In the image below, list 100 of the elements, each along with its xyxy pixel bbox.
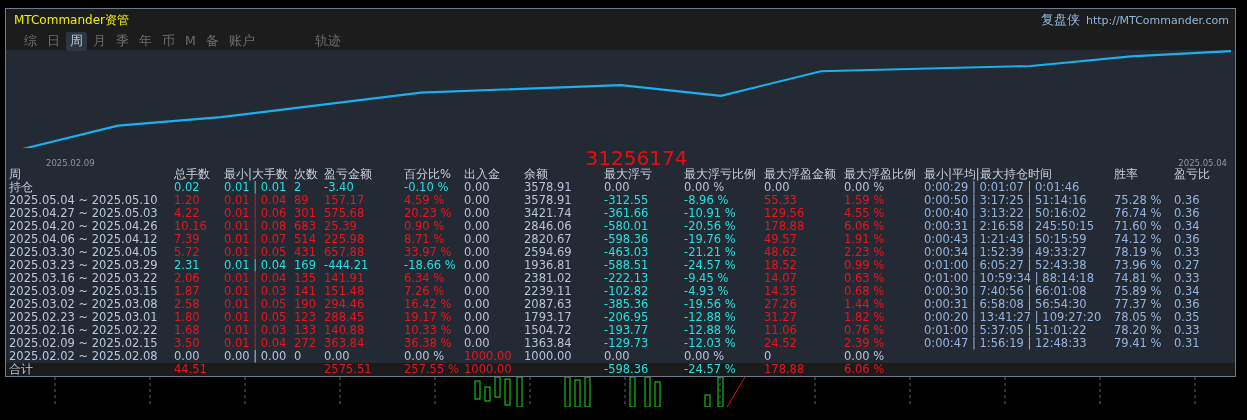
table-cell-text: 0.00 % [684,181,726,194]
table-cell-text: 3.50 [174,337,201,350]
period-tab[interactable]: 备 [201,32,223,51]
table-cell-text: 0.01 | 0.08 [224,220,288,233]
table-cell-text: 0.00 [464,233,491,246]
table-cell-text: 0.00 [604,350,631,363]
table-cell-text: 74.81 % [1114,272,1163,285]
table-cell-text: 0.00 [464,194,491,207]
table-cell-text: 123 [294,311,317,324]
period-tab[interactable]: 季 [112,32,133,51]
table-cell-text: 4.59 % [404,194,446,207]
table-cell-text: -24.57 % [684,259,737,272]
table-cell-text: 2025.02.23 ~ 2025.03.01 [9,311,159,324]
period-tab[interactable]: 年 [135,32,156,51]
table-cell-text: -0.10 % [404,181,450,194]
table-cell-text: 0.01 | 0.06 [224,207,288,220]
period-tab[interactable]: 月 [89,32,110,51]
table-cell-text: 178.88 [764,363,806,376]
column-header: 百分比% [404,168,452,181]
table-cell-text: 44.51 [174,363,208,376]
table-cell-text: 75.28 % [1114,194,1163,207]
table-cell-text: 10.33 % [404,324,453,337]
table-cell-text: 2.23 % [844,246,886,259]
table-cell-text: 0.00 % [404,350,446,363]
period-tab[interactable]: 综 [20,32,41,51]
table-cell-text: -20.56 % [684,220,737,233]
table-cell-text: 1.59 % [844,194,886,207]
table-cell-text: 0.01 | 0.04 [224,337,288,350]
table-cell-text: 0.00 | 0.00 [224,350,288,363]
table-cell-text: 1.91 % [844,233,886,246]
table-cell-text: 1.44 % [844,298,886,311]
table-cell-text: 2.58 [174,298,201,311]
table-cell-text: 657.88 [324,246,366,259]
table-cell-text: 0:00:34 | 1:52:39 | 49:33:27 [924,246,1088,259]
table-cell-text: 0.00 [464,246,491,259]
table-cell-text: 2239.11 [524,285,573,298]
table-cell-text: 1.68 [174,324,201,337]
column-header: 次数 [294,168,319,181]
table-cell-text: 0.02 [174,181,201,194]
table-cell-text: 0.00 [464,311,491,324]
table-cell-text: 19.17 % [404,311,453,324]
table-cell-text: 1.87 [174,285,201,298]
table-cell-text: 78.20 % [1114,324,1163,337]
table-cell-text: 0.00 % [844,350,886,363]
table-cell-text: 140.88 [324,324,366,337]
table-cell-text: 0:01:00 | 5:37:05 | 51:01:22 [924,324,1088,337]
table-cell-text: 3578.91 [524,194,573,207]
table-cell-text: 49.57 [764,233,798,246]
table-cell-text: -222.13 [604,272,650,285]
table-cell-text: 79.41 % [1114,337,1163,350]
table-cell-text: 18.52 [764,259,798,272]
column-header: 最大浮亏 [604,168,653,181]
axis-label: 2025.05.04 [1178,158,1227,168]
table-cell-text: 77.37 % [1114,298,1163,311]
table-cell-text: 0:00:29 | 0:01:07 | 0:01:46 [924,181,1081,194]
table-cell-text: 2.39 % [844,337,886,350]
table-cell-text: 0:00:50 | 3:17:25 | 51:14:16 [924,194,1088,207]
table-cell-text: 2025.03.16 ~ 2025.03.22 [9,272,159,285]
table-cell-text: 2025.03.30 ~ 2025.04.05 [9,246,159,259]
table-cell-text: -206.95 [604,311,650,324]
column-header: 胜率 [1114,168,1139,181]
table-cell-text: 2.31 [174,259,201,272]
table-cell-text: 431 [294,246,317,259]
table-cell-text: 5.72 [174,246,201,259]
table-cell-text: 0:00:31 | 6:58:08 | 56:54:30 [924,298,1088,311]
column-header: 最大浮盈比例 [844,168,917,181]
table-cell-text: 78.05 % [1114,311,1163,324]
table-cell-text: 2025.03.23 ~ 2025.03.29 [9,259,159,272]
table-cell-text: 0:00:31 | 2:16:58 | 245:50:15 [924,220,1095,233]
table-cell-text: 7.39 [174,233,201,246]
table-cell-text: 2025.02.16 ~ 2025.02.22 [9,324,159,337]
window-title: MTCommander资管 [14,11,129,29]
table-cell-text: 1936.81 [524,259,573,272]
table-cell-text: 575.68 [324,207,366,220]
table-cell-text: 0.00 [764,181,791,194]
table-cell-text: -12.88 % [684,311,737,324]
period-tab[interactable]: 币 [158,32,179,51]
table-cell-text: -10.91 % [684,207,737,220]
table-cell-text: 74.12 % [1114,233,1163,246]
table-cell-text: 1.80 [174,311,201,324]
period-tab[interactable]: 周 [66,32,87,51]
table-cell-text: 0:00:47 | 1:56:19 | 12:48:33 [924,337,1088,350]
table-cell-text: -12.88 % [684,324,737,337]
table-cell-text: 1.20 [174,194,201,207]
column-header: 总手数 [174,168,211,181]
period-tab[interactable]: 日 [43,32,64,51]
table-cell-text: 0.33 [1174,324,1201,337]
table-cell-text: -9.45 % [684,272,730,285]
table-cell-text: 27.26 [764,298,798,311]
period-tab[interactable]: 账户 [224,32,259,51]
period-tab[interactable]: M [181,32,200,51]
table-cell-text: 1793.17 [524,311,573,324]
table-cell-text: -129.73 [604,337,650,350]
website-link[interactable]: http://MTCommander.com [1085,13,1229,27]
table-cell-text: -12.03 % [684,337,737,350]
table-cell-text: 24.52 [764,337,798,350]
trace-tab[interactable]: 轨迹 [310,32,345,51]
table-cell-text: 683 [294,220,317,233]
table-cell-text: 0.35 [1174,311,1201,324]
column-header: 出入金 [464,168,501,181]
